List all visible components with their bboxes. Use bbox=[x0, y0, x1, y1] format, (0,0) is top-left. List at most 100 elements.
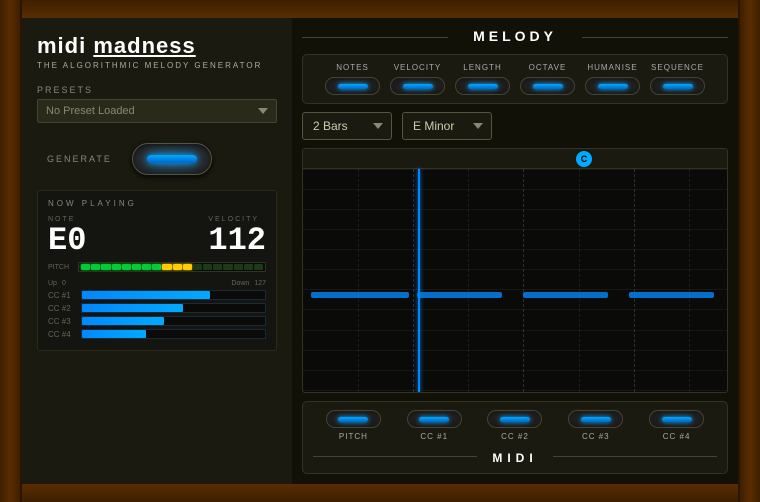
v-line bbox=[634, 169, 635, 392]
melody-tab[interactable]: Sequence bbox=[650, 63, 705, 95]
playhead bbox=[418, 169, 420, 392]
midi-tab[interactable]: CC #1 bbox=[407, 410, 462, 441]
h-line bbox=[303, 390, 727, 391]
pitch-row: Pitch bbox=[48, 262, 266, 272]
midi-footer: Pitch CC #1 CC #2 CC #3 CC #4 MIDI bbox=[302, 401, 728, 474]
midi-tab-label: Pitch bbox=[339, 432, 368, 441]
cc-bar-fill bbox=[82, 291, 210, 299]
key-select[interactable]: E Minor C Major D Minor F Major G Major … bbox=[402, 112, 492, 140]
melody-tab-button[interactable] bbox=[325, 77, 380, 95]
main-container: midi madness The Algorithmic Melody Gene… bbox=[22, 18, 738, 484]
generate-area: Generate bbox=[47, 143, 277, 175]
cc-label: CC #2 bbox=[48, 304, 76, 313]
wood-border-top bbox=[22, 0, 738, 18]
up-label: Up bbox=[48, 280, 57, 287]
controls-row: 2 Bars 1 Bar 4 Bars 8 Bars E Minor C Maj… bbox=[302, 112, 728, 140]
up-down-row: Up 0 Down 127 bbox=[48, 280, 266, 287]
midi-tab-led bbox=[662, 417, 692, 422]
pitch-segment bbox=[173, 264, 182, 270]
piano-roll-header: C bbox=[303, 149, 727, 169]
melody-title-box: Melody bbox=[458, 28, 572, 46]
pitch-segment bbox=[142, 264, 151, 270]
v-subline bbox=[689, 169, 690, 392]
midi-tab-label: CC #1 bbox=[420, 432, 448, 441]
bars-select[interactable]: 2 Bars 1 Bar 4 Bars 8 Bars bbox=[302, 112, 392, 140]
piano-roll-container: C bbox=[302, 148, 728, 393]
v-line bbox=[523, 169, 524, 392]
presets-section: Presets No Preset Loaded bbox=[37, 85, 277, 123]
melody-tab[interactable]: Humanise bbox=[585, 63, 640, 95]
cc-label: CC #1 bbox=[48, 291, 76, 300]
midi-tab-label: CC #2 bbox=[501, 432, 529, 441]
v-subline bbox=[358, 169, 359, 392]
midi-line-left bbox=[313, 456, 477, 457]
down-value: 127 bbox=[254, 280, 266, 287]
melody-tab-button[interactable] bbox=[455, 77, 510, 95]
melody-tab[interactable]: Notes bbox=[325, 63, 380, 95]
note-velocity-row: Note E0 Velocity 112 bbox=[48, 216, 266, 257]
h-line bbox=[303, 330, 727, 331]
up-value: 0 bbox=[62, 280, 66, 287]
logo-area: midi madness The Algorithmic Melody Gene… bbox=[37, 28, 277, 75]
melody-tab-button[interactable] bbox=[520, 77, 575, 95]
h-line bbox=[303, 309, 727, 310]
midi-tab-led bbox=[338, 417, 368, 422]
midi-tab-button[interactable] bbox=[649, 410, 704, 428]
pitch-segment bbox=[254, 264, 263, 270]
h-line bbox=[303, 169, 727, 170]
melody-line-left bbox=[302, 37, 448, 38]
melody-tab-led bbox=[338, 84, 368, 89]
midi-tab[interactable]: CC #3 bbox=[568, 410, 623, 441]
right-panel: Melody Notes Velocity Length Octave Humanise… bbox=[292, 18, 738, 484]
melody-title: Melody bbox=[473, 28, 557, 44]
velocity-value: 112 bbox=[208, 225, 266, 257]
melody-tab-button[interactable] bbox=[650, 77, 705, 95]
app-subtitle: The Algorithmic Melody Generator bbox=[37, 61, 277, 70]
midi-tab-button[interactable] bbox=[487, 410, 542, 428]
generate-button[interactable] bbox=[132, 143, 212, 175]
pitch-segment bbox=[223, 264, 232, 270]
cc-row: CC #1 bbox=[48, 290, 266, 300]
midi-tab-button[interactable] bbox=[568, 410, 623, 428]
midi-tab-led bbox=[500, 417, 530, 422]
generate-led bbox=[147, 155, 197, 163]
v-subline bbox=[468, 169, 469, 392]
midi-tab[interactable]: Pitch bbox=[326, 410, 381, 441]
midi-label-box: MIDI bbox=[477, 447, 552, 465]
cc-row: CC #2 bbox=[48, 303, 266, 313]
midi-tab-button[interactable] bbox=[407, 410, 462, 428]
melody-tab[interactable]: Velocity bbox=[390, 63, 445, 95]
pitch-segment bbox=[91, 264, 100, 270]
midi-bottom-area: MIDI bbox=[313, 447, 717, 465]
midi-tab[interactable]: CC #2 bbox=[487, 410, 542, 441]
midi-note bbox=[629, 292, 714, 298]
melody-tab[interactable]: Length bbox=[455, 63, 510, 95]
melody-tab-button[interactable] bbox=[585, 77, 640, 95]
midi-tab-label: CC #3 bbox=[582, 432, 610, 441]
app-title-underline: madness bbox=[93, 33, 195, 58]
midi-tab-button[interactable] bbox=[326, 410, 381, 428]
melody-tab-button[interactable] bbox=[390, 77, 445, 95]
pitch-segment bbox=[203, 264, 212, 270]
cc-bar-fill bbox=[82, 330, 146, 338]
preset-select[interactable]: No Preset Loaded bbox=[37, 99, 277, 123]
melody-tab-label: Length bbox=[463, 63, 501, 72]
melody-header: Melody bbox=[302, 28, 728, 46]
melody-tab-led bbox=[598, 84, 628, 89]
cc-bar-container bbox=[81, 329, 266, 339]
midi-tab[interactable]: CC #4 bbox=[649, 410, 704, 441]
note-group: Note E0 bbox=[48, 216, 86, 257]
pitch-segment bbox=[152, 264, 161, 270]
now-playing-section: Now Playing Note E0 Velocity 112 Pitch bbox=[37, 190, 277, 351]
cc-bar-container bbox=[81, 303, 266, 313]
pitch-segment bbox=[162, 264, 171, 270]
h-line bbox=[303, 189, 727, 190]
melody-tab-led bbox=[468, 84, 498, 89]
melody-tab-label: Velocity bbox=[394, 63, 442, 72]
pitch-segment bbox=[183, 264, 192, 270]
cc-label: CC #4 bbox=[48, 330, 76, 339]
melody-tab-label: Humanise bbox=[587, 63, 637, 72]
now-playing-label: Now Playing bbox=[48, 199, 266, 208]
melody-tab-label: Sequence bbox=[651, 63, 704, 72]
melody-tab[interactable]: Octave bbox=[520, 63, 575, 95]
